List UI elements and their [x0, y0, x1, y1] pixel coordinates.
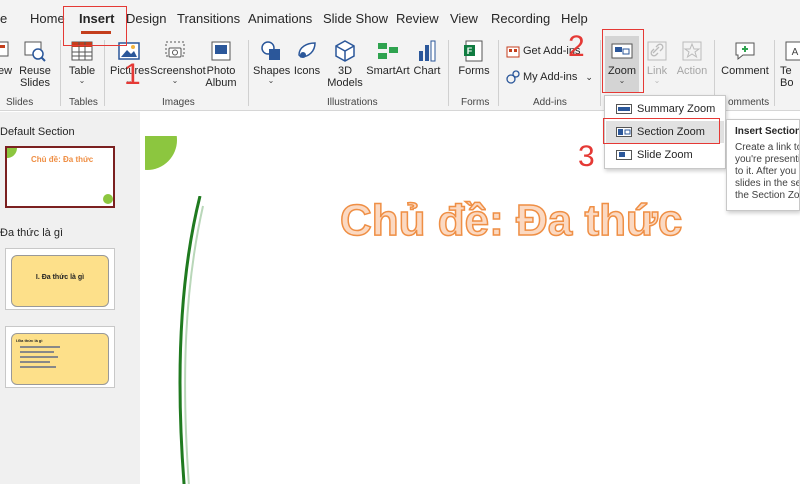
chevron-down-icon: ⌄ — [267, 76, 275, 85]
separator — [774, 40, 775, 106]
slide-canvas[interactable]: Chủ đề: Đa thức — [145, 136, 800, 484]
icons-button[interactable]: Icons — [290, 36, 324, 96]
smartart-icon — [378, 43, 398, 59]
screenshot-button[interactable]: Screenshot ⌄ — [150, 36, 206, 96]
group-label-add-ins: Add-ins — [533, 97, 567, 108]
3d-models-button[interactable]: 3D Models — [326, 36, 364, 96]
slide-thumbnail-3[interactable]: I.Đa thức là gì — [5, 326, 115, 388]
group-label-images: Images — [162, 97, 195, 108]
separator — [600, 40, 601, 106]
screenshot-icon — [165, 41, 185, 58]
annotation-box-zoom — [602, 29, 644, 93]
section-header-da-thuc[interactable]: Đa thức là gì — [0, 227, 63, 239]
tab-design[interactable]: Design — [126, 11, 166, 26]
link-icon — [647, 41, 667, 61]
action-button[interactable]: Action — [674, 36, 710, 96]
link-button[interactable]: Link ⌄ — [642, 36, 672, 96]
decor-circle — [145, 136, 177, 170]
shapes-icon — [261, 41, 280, 60]
chart-button[interactable]: Chart — [412, 36, 442, 96]
chart-icon — [419, 40, 436, 62]
annotation-box-section-zoom — [603, 118, 720, 144]
new-slide-icon — [0, 41, 9, 57]
store-icon — [506, 46, 520, 58]
annotation-number-1: 1 — [124, 58, 141, 91]
tab-recording[interactable]: Recording — [491, 11, 550, 26]
group-label-slides: Slides — [6, 97, 34, 108]
slide-thumbnail-1[interactable]: Chủ đề: Đa thức — [5, 146, 115, 208]
photo-album-button[interactable]: Photo Album — [200, 36, 242, 96]
tab-home[interactable]: Home — [30, 11, 65, 26]
svg-text:F: F — [467, 46, 473, 56]
my-add-ins-icon — [506, 70, 520, 84]
group-label-comments: omments — [728, 97, 770, 108]
tab-file[interactable]: e — [0, 11, 7, 26]
chevron-down-icon: ⌄ — [78, 76, 86, 85]
slide-thumbnail-2[interactable]: I. Đa thức là gì — [5, 248, 115, 310]
section-header-default[interactable]: Default Section — [0, 126, 75, 138]
comment-button[interactable]: Comment — [720, 36, 770, 96]
decor-leaf-curve — [178, 196, 204, 484]
photo-album-icon — [211, 41, 231, 61]
annotation-number-3: 3 — [578, 140, 595, 173]
separator — [498, 40, 499, 106]
forms-icon: F — [464, 40, 483, 62]
tab-transitions[interactable]: Transitions — [177, 11, 240, 26]
annotation-number-2: 2 — [568, 30, 585, 63]
slide-zoom-item[interactable]: Slide Zoom — [606, 144, 724, 166]
svg-text:A: A — [792, 47, 799, 58]
cube-icon — [335, 40, 355, 62]
shapes-button[interactable]: Shapes ⌄ — [253, 36, 290, 96]
summary-zoom-icon — [616, 104, 632, 114]
my-add-ins-button[interactable]: My Add-ins ⌄ — [506, 68, 593, 86]
separator — [248, 40, 249, 106]
star-icon — [682, 41, 702, 61]
tab-view[interactable]: View — [450, 11, 478, 26]
tab-animations[interactable]: Animations — [248, 11, 312, 26]
tab-help[interactable]: Help — [561, 11, 588, 26]
tab-slide-show[interactable]: Slide Show — [323, 11, 388, 26]
smartart-button[interactable]: SmartArt — [366, 36, 410, 96]
chevron-down-icon: ⌄ — [653, 76, 661, 85]
forms-button[interactable]: F Forms — [455, 36, 493, 96]
comment-icon — [735, 42, 755, 61]
reuse-slides-button[interactable]: Reuse Slides — [18, 36, 52, 96]
chevron-down-icon: ⌄ — [171, 76, 179, 85]
decor-circle — [7, 148, 17, 158]
slide-zoom-icon — [616, 150, 632, 160]
separator — [60, 40, 61, 106]
group-label-tables: Tables — [69, 97, 98, 108]
tab-review[interactable]: Review — [396, 11, 439, 26]
separator — [104, 40, 105, 106]
text-box-icon: A — [785, 41, 800, 61]
reuse-slides-icon — [24, 41, 46, 62]
icons-icon — [298, 42, 316, 58]
group-label-forms: Forms — [461, 97, 490, 108]
section-zoom-tooltip: Insert Section Create a link to you're p… — [726, 119, 800, 211]
annotation-box-insert — [63, 6, 127, 46]
slide-thumbnails-panel: Default Section Chủ đề: Đa thức Đa thức … — [0, 112, 140, 484]
decor-circle — [103, 194, 113, 204]
new-slide-button[interactable]: ew — [0, 36, 14, 96]
separator — [448, 40, 449, 106]
group-label-illustrations: Illustrations — [327, 97, 378, 108]
text-box-button[interactable]: A Te Bo — [780, 36, 800, 96]
slide-title[interactable]: Chủ đề: Đa thức — [339, 195, 683, 246]
summary-zoom-item[interactable]: Summary Zoom — [606, 98, 724, 120]
chevron-down-icon: ⌄ — [585, 72, 593, 82]
